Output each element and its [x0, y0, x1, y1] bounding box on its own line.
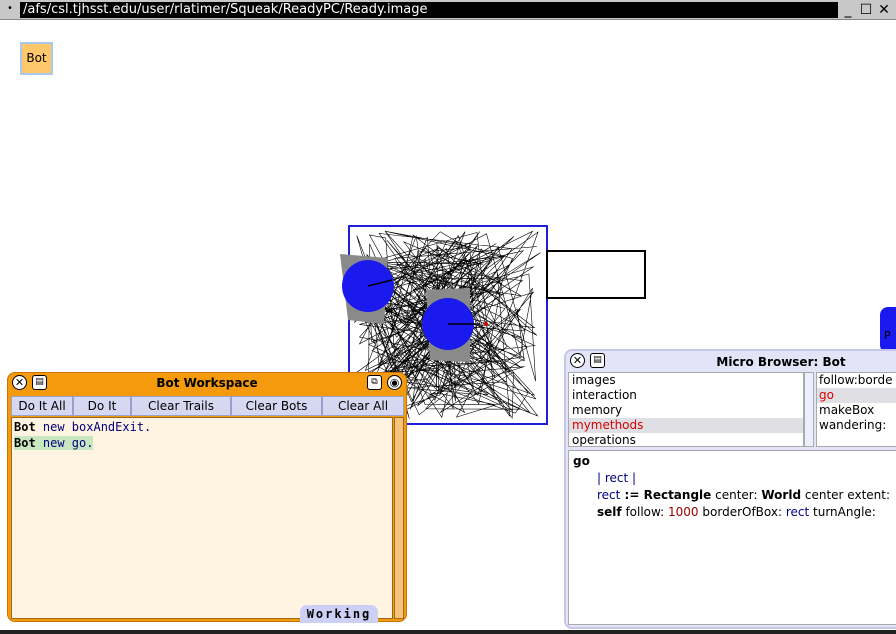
bots-layer	[340, 254, 488, 362]
do-it-all-button[interactable]: Do It All	[11, 396, 73, 416]
category-item[interactable]: memory	[569, 403, 803, 418]
clear-bots-button[interactable]: Clear Bots	[231, 396, 322, 416]
minimize-icon[interactable]: _	[840, 2, 856, 18]
line2-self: self	[597, 505, 622, 519]
workspace-scrollbar[interactable]	[394, 417, 404, 619]
message-item-selected[interactable]: go	[817, 388, 896, 403]
line1-kw1: center:	[711, 488, 762, 502]
browser-close-icon[interactable]: ✕	[570, 353, 585, 368]
do-it-button[interactable]: Do It	[73, 396, 131, 416]
category-scrollbar[interactable]	[804, 372, 814, 447]
window-title-bar: • /afs/csl.tjhsst.edu/user/rlatimer/Sque…	[0, 0, 896, 20]
method-code-pane[interactable]: go | rect | rect := Rectangle center: Wo…	[568, 450, 896, 625]
bottom-edge	[0, 630, 896, 634]
message-item[interactable]: makeBox	[817, 403, 896, 418]
bot-2[interactable]	[422, 288, 488, 362]
clear-trails-button[interactable]: Clear Trails	[131, 396, 231, 416]
message-list[interactable]: follow:borde go makeBox wandering:	[816, 372, 896, 447]
flap-tab[interactable]: P	[880, 307, 896, 353]
line1-world: World	[761, 488, 802, 502]
bot-class-icon[interactable]: Bot	[20, 42, 53, 75]
line1-kw2: center extent:	[801, 488, 894, 502]
browser-title: Micro Browser: Bot	[716, 355, 846, 369]
code-line-1-class: Bot	[14, 420, 36, 434]
window-title: /afs/csl.tjhsst.edu/user/rlatimer/Squeak…	[20, 2, 838, 18]
category-item[interactable]: images	[569, 373, 803, 388]
category-item[interactable]: interaction	[569, 388, 803, 403]
category-item-selected[interactable]: mymethods	[569, 418, 803, 433]
line2-kw2: borderOfBox:	[698, 505, 786, 519]
code-line-2-class: Bot	[14, 436, 36, 450]
workspace-expand-icon[interactable]: ◉	[387, 375, 402, 390]
method-line-1: rect := Rectangle center: World center e…	[573, 487, 896, 504]
method-line-2: self follow: 1000 borderOfBox: rect turn…	[573, 504, 896, 521]
category-list[interactable]: images interaction memory mymethods oper…	[568, 372, 804, 447]
line2-kw1: follow:	[621, 505, 669, 519]
working-status-tab[interactable]: Working	[300, 605, 378, 623]
method-temps: | rect |	[573, 470, 896, 487]
line1-assign: :=	[620, 488, 644, 502]
code-line-2-message: new go.	[35, 436, 94, 450]
code-line-1-message: new boxAndExit.	[35, 420, 152, 434]
workspace-code-editor[interactable]: Bot new boxAndExit. Bot new go.	[11, 417, 393, 619]
browser-menu-icon[interactable]: ▤	[590, 353, 605, 368]
temps-text: | rect |	[597, 471, 637, 485]
line2-kw3: turnAngle:	[809, 505, 880, 519]
code-line-1: Bot new boxAndExit.	[14, 419, 390, 435]
message-item[interactable]: follow:borde	[817, 373, 896, 388]
bot-1[interactable]	[340, 254, 394, 324]
category-item[interactable]: operations	[569, 433, 803, 446]
maximize-icon[interactable]: ☐	[858, 2, 874, 18]
window-menu-icon[interactable]: •	[4, 3, 16, 15]
line2-num: 1000	[668, 505, 699, 519]
close-icon[interactable]: ✕	[876, 2, 892, 18]
bot-2-pen	[484, 322, 488, 326]
workspace-collapse-icon[interactable]: ⧉	[367, 375, 382, 390]
message-item[interactable]: wandering:	[817, 418, 896, 433]
method-selector: go	[573, 454, 590, 468]
workspace-title: Bot Workspace	[156, 376, 258, 390]
bot-workspace-window: ✕ ▤ Bot Workspace ⧉ ◉ Do It All Do It Cl…	[7, 372, 407, 622]
line2-var: rect	[785, 505, 810, 519]
clear-all-button[interactable]: Clear All	[322, 396, 404, 416]
line1-class: Rectangle	[643, 488, 712, 502]
micro-browser-window: ✕ ▤ Micro Browser: Bot images interactio…	[564, 349, 896, 629]
flap-tab-label: P	[884, 329, 891, 342]
line1-var: rect	[597, 488, 621, 502]
exit-box	[546, 250, 646, 299]
workspace-button-row: Do It All Do It Clear Trails Clear Bots …	[11, 396, 404, 416]
code-line-2: Bot new go.	[14, 435, 390, 451]
